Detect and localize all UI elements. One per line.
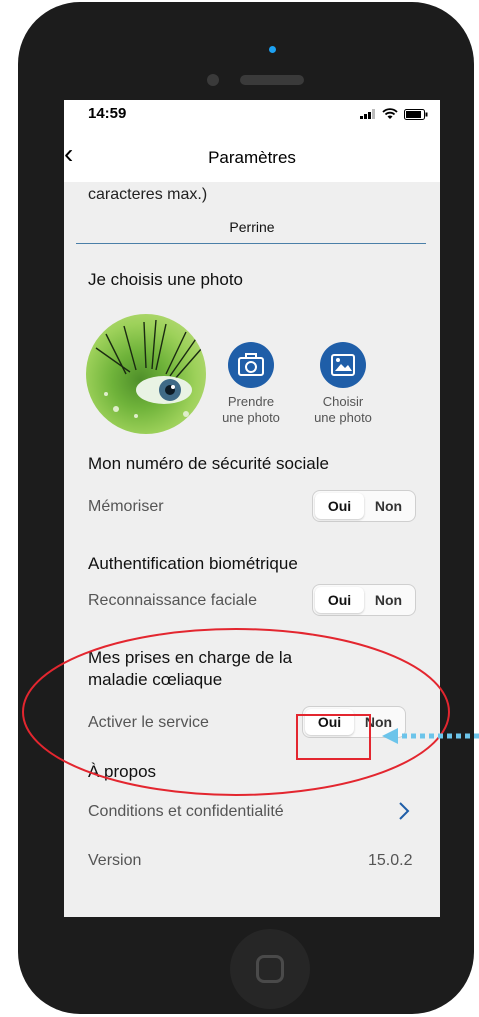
version-label: Version [88, 852, 142, 869]
take-photo-label: Prendre une photo [222, 394, 280, 425]
face-id-label: Reconnaissance faciale [88, 592, 257, 609]
chevron-right-icon[interactable] [398, 801, 410, 821]
face-id-toggle: Oui Non [312, 584, 416, 616]
page-title: Paramètres [208, 148, 296, 167]
activate-service-label: Activer le service [88, 714, 209, 731]
battery-icon [404, 108, 428, 120]
wifi-icon [382, 108, 398, 119]
earpiece-speaker [240, 75, 304, 85]
settings-content: caracteres max.) Perrine Je choisis une … [64, 182, 440, 917]
memorize-label: Mémoriser [88, 498, 164, 515]
choose-photo-button[interactable] [320, 342, 366, 388]
name-input[interactable]: Perrine [64, 219, 440, 235]
profile-photo-avatar [86, 314, 206, 434]
version-value: 15.0.2 [368, 852, 413, 869]
status-bar: 14:59 [64, 100, 440, 132]
gallery-icon [331, 354, 355, 376]
activate-service-toggle: Oui Non [302, 706, 406, 738]
eye-image [95, 319, 203, 418]
celiac-title-line1: Mes prises en charge de la [88, 648, 293, 667]
phone-screen: 14:59 ‹ Paramètres caracteres max.) Perr… [64, 100, 440, 917]
memorize-toggle: Oui Non [312, 490, 416, 522]
conditions-link[interactable]: Conditions et confidentialité [88, 803, 284, 821]
face-id-yes-option[interactable]: Oui [315, 587, 364, 613]
social-security-title: Mon numéro de sécurité sociale [88, 454, 329, 473]
memorize-no-option[interactable]: Non [364, 493, 413, 519]
celiac-title-line2: maladie cœliaque [88, 670, 223, 689]
activate-yes-option[interactable]: Oui [305, 709, 354, 735]
signal-icon [360, 109, 375, 119]
memorize-yes-option[interactable]: Oui [315, 493, 364, 519]
about-title: À propos [88, 762, 157, 781]
biometric-title: Authentification biométrique [88, 554, 298, 573]
face-id-no-option[interactable]: Non [364, 587, 413, 613]
name-input-underline [76, 243, 426, 244]
home-button[interactable] [230, 929, 310, 1009]
navigation-bar: ‹ Paramètres [64, 132, 440, 182]
front-camera [269, 46, 276, 53]
take-photo-button[interactable] [228, 342, 274, 388]
camera-icon [238, 353, 264, 376]
status-time: 14:59 [88, 105, 127, 122]
choose-photo-label: Choisir une photo [314, 394, 372, 425]
name-field-label: caracteres max.) [88, 186, 208, 203]
photo-section-title: Je choisis une photo [88, 270, 243, 289]
proximity-sensor [207, 74, 219, 86]
status-icons [360, 108, 428, 120]
activate-no-option[interactable]: Non [354, 709, 403, 735]
